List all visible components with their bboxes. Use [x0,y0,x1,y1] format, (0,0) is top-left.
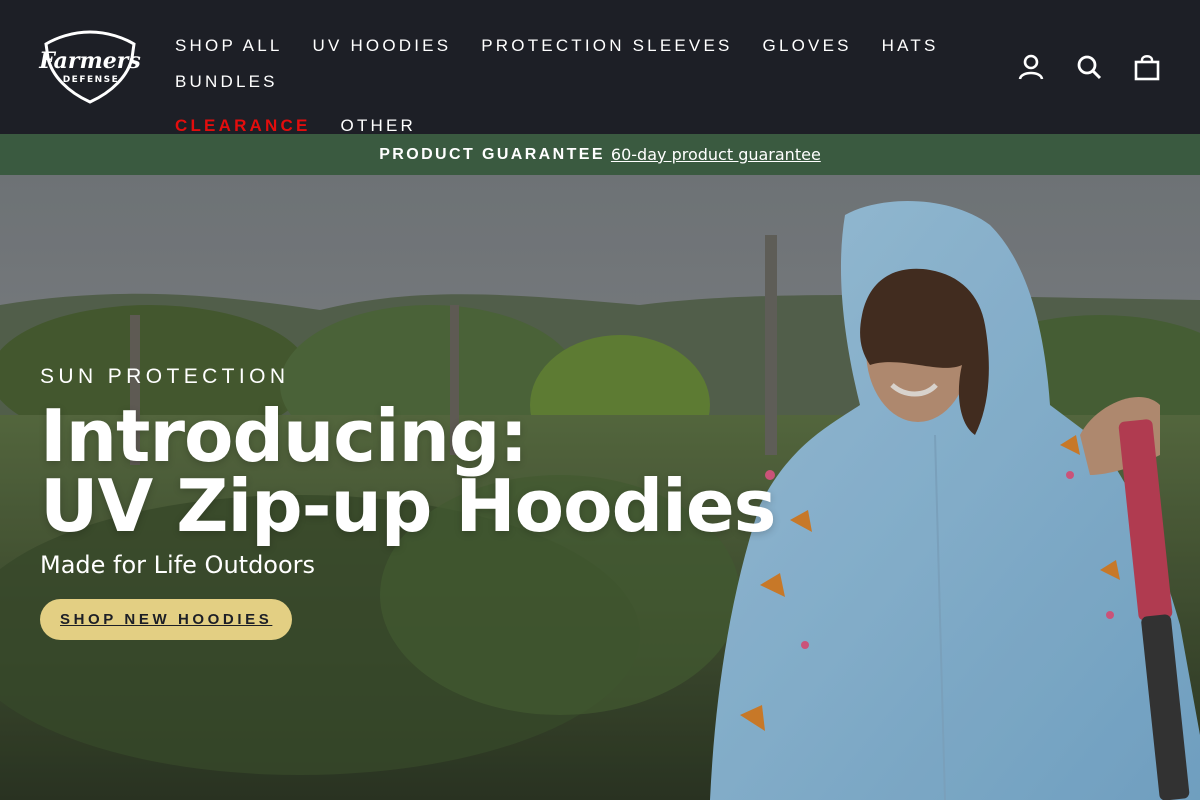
nav-uv-hoodies[interactable]: UV HOODIES [298,32,467,60]
announcement-bar: PRODUCT GUARANTEE 60-day product guarant… [0,134,1200,175]
announcement-title: PRODUCT GUARANTEE [379,145,605,163]
site-header: Farmers DEFENSE SHOP ALL UV HOODIES PROT… [0,0,1200,135]
main-navigation: SHOP ALL UV HOODIES PROTECTION SLEEVES G… [160,32,980,140]
farmers-defense-logo[interactable]: Farmers DEFENSE [38,28,142,106]
announcement-link[interactable]: 60-day product guarantee [611,145,821,164]
hero-banner: SUN PROTECTION Introducing: UV Zip-up Ho… [0,175,1200,800]
search-icon[interactable] [1074,50,1104,84]
logo-subtext: DEFENSE [63,75,120,85]
hero-subline: Made for Life Outdoors [40,551,316,579]
header-icons [1016,50,1162,84]
nav-hats[interactable]: HATS [867,32,954,60]
nav-bundles[interactable]: BUNDLES [160,68,293,96]
hero-eyebrow: SUN PROTECTION [40,365,290,388]
hero-content: SUN PROTECTION Introducing: UV Zip-up Ho… [40,365,780,640]
account-icon[interactable] [1016,50,1046,84]
cart-icon[interactable] [1132,50,1162,84]
nav-shop-all[interactable]: SHOP ALL [160,32,298,60]
shop-new-hoodies-button[interactable]: SHOP NEW HOODIES [40,599,293,640]
hero-headline-line2: UV Zip-up Hoodies [40,464,777,548]
hero-headline: Introducing: UV Zip-up Hoodies [40,400,780,542]
nav-gloves[interactable]: GLOVES [748,32,867,60]
logo-wordmark: Farmers [38,48,141,74]
nav-protection-sleeves[interactable]: PROTECTION SLEEVES [466,32,747,60]
